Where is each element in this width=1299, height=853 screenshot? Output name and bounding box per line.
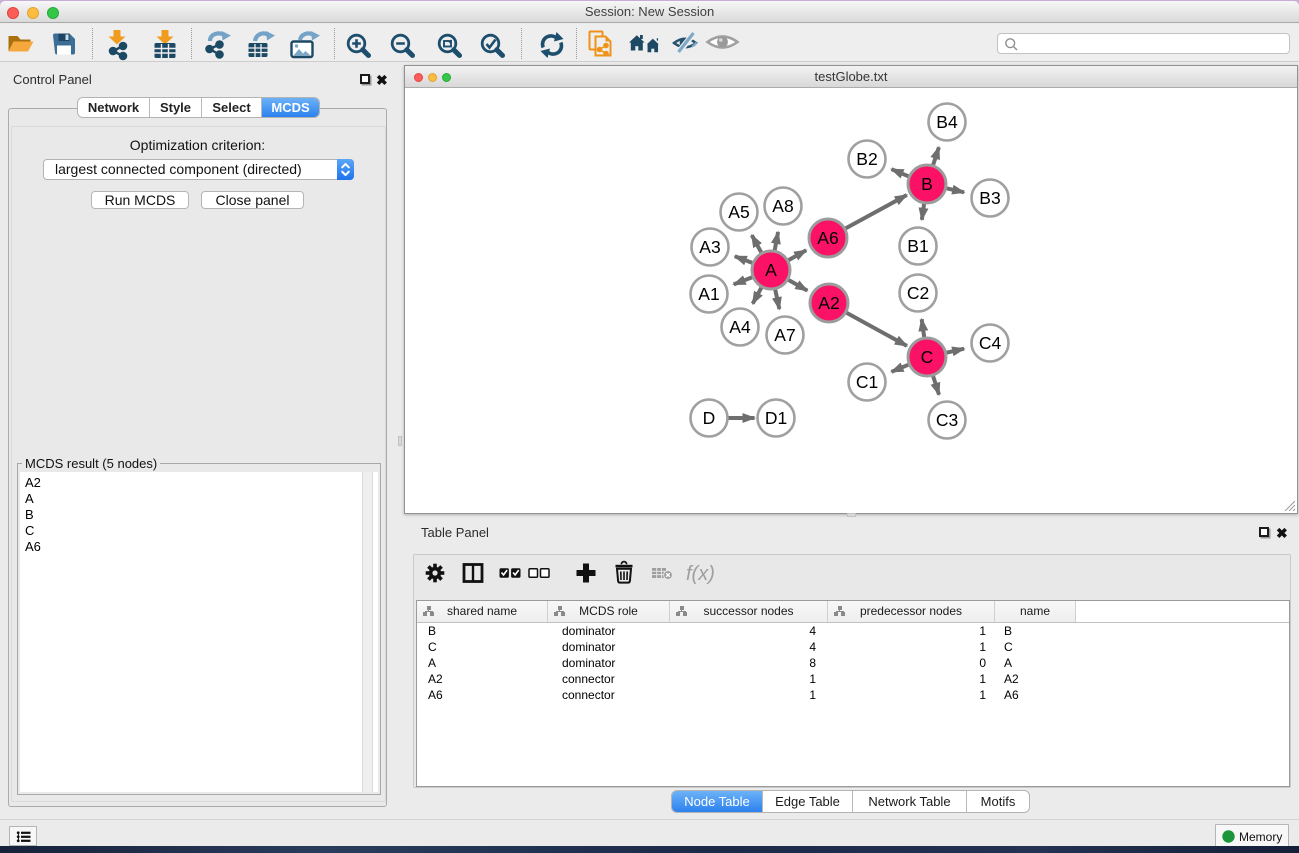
svg-text:C2: C2 — [907, 283, 929, 303]
svg-text:C4: C4 — [979, 333, 1002, 353]
svg-text:D1: D1 — [765, 408, 787, 428]
svg-text:A4: A4 — [729, 317, 751, 337]
svg-text:A: A — [765, 260, 777, 280]
svg-text:A8: A8 — [772, 196, 793, 216]
svg-text:B: B — [921, 174, 933, 194]
svg-text:B4: B4 — [936, 112, 958, 132]
svg-text:A7: A7 — [774, 325, 795, 345]
svg-text:A2: A2 — [818, 293, 839, 313]
svg-text:f(x): f(x) — [686, 563, 715, 585]
svg-text:B3: B3 — [979, 188, 1000, 208]
svg-text:A5: A5 — [728, 202, 749, 222]
svg-text:A1: A1 — [698, 284, 719, 304]
svg-text:C3: C3 — [936, 410, 958, 430]
svg-text:B2: B2 — [856, 149, 877, 169]
svg-text:A3: A3 — [699, 237, 720, 257]
svg-text:A6: A6 — [817, 228, 838, 248]
svg-text:C: C — [921, 347, 934, 367]
svg-text:D: D — [703, 408, 716, 428]
svg-text:B1: B1 — [907, 236, 928, 256]
svg-text:C1: C1 — [856, 372, 878, 392]
